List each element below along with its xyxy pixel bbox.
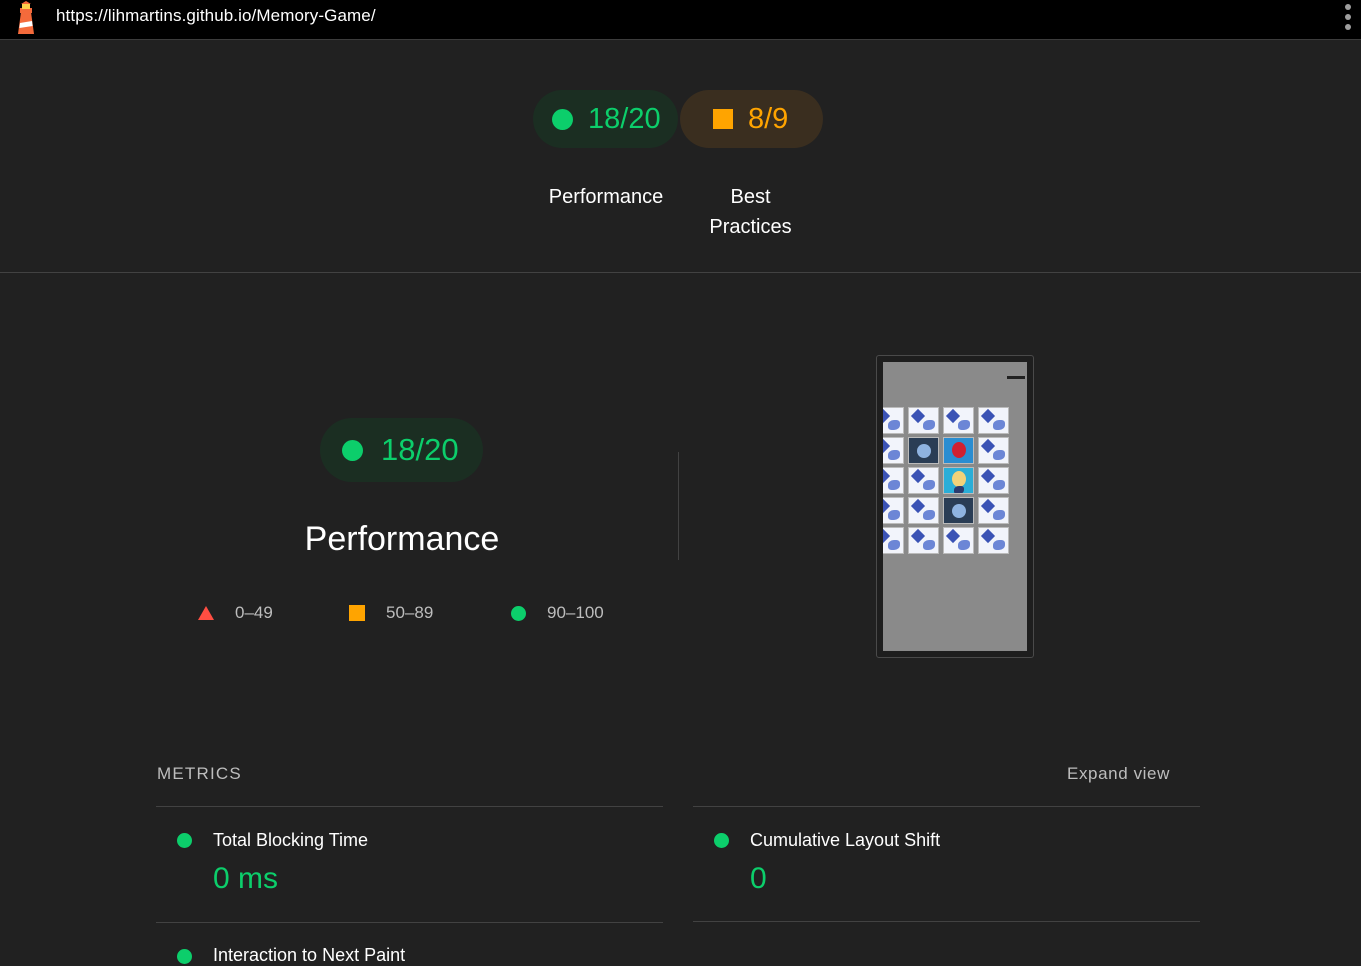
metric-divider — [693, 921, 1200, 922]
legend-average: 50–89 — [349, 603, 433, 623]
performance-score: 18/20 — [588, 102, 661, 135]
screenshot-header-text — [1007, 376, 1025, 379]
legend-fail: 0–49 — [198, 603, 273, 623]
memory-card-thumbnail — [908, 467, 939, 494]
best-practices-score: 8/9 — [748, 102, 789, 135]
pass-circle-icon — [177, 949, 192, 964]
memory-card-thumbnail — [908, 497, 939, 524]
page-url: https://lihmartins.github.io/Memory-Game… — [56, 6, 376, 25]
memory-card-thumbnail — [908, 437, 939, 464]
more-options-icon[interactable] — [1343, 4, 1353, 30]
best-practices-gauge-pill[interactable]: 8/9 — [680, 90, 823, 148]
legend-pass-range: 90–100 — [547, 603, 604, 622]
final-screenshot[interactable] — [876, 355, 1034, 658]
memory-card-thumbnail — [943, 527, 974, 554]
average-square-icon — [713, 109, 733, 129]
main-score: 18/20 — [381, 432, 459, 467]
memory-card-thumbnail — [908, 407, 939, 434]
memory-card-thumbnail — [978, 437, 1009, 464]
best-practices-label[interactable]: Best Practices — [700, 182, 801, 242]
pass-circle-icon — [552, 108, 573, 130]
memory-card-thumbnail — [883, 467, 904, 494]
metrics-header: METRICS — [157, 764, 242, 783]
metric-name-tbt: Total Blocking Time — [213, 830, 369, 850]
memory-card-thumbnail — [943, 467, 974, 494]
memory-card-thumbnail — [978, 467, 1009, 494]
lighthouse-logo-icon — [18, 1, 34, 34]
legend-fail-range: 0–49 — [235, 603, 273, 622]
expand-view-button[interactable]: Expand view — [1067, 764, 1170, 784]
fail-triangle-icon — [198, 606, 214, 620]
top-bar: https://lihmartins.github.io/Memory-Game… — [0, 0, 1361, 40]
category-title: Performance — [304, 520, 500, 558]
memory-card-thumbnail — [883, 437, 904, 464]
memory-card-thumbnail — [943, 497, 974, 524]
legend-pass: 90–100 — [511, 603, 604, 623]
metric-name-cls: Cumulative Layout Shift — [750, 830, 941, 850]
memory-card-thumbnail — [883, 407, 904, 434]
metric-divider — [156, 922, 663, 923]
vertical-divider — [678, 452, 679, 560]
legend-average-range: 50–89 — [386, 603, 434, 622]
pass-circle-icon — [342, 439, 363, 461]
pass-circle-icon — [511, 605, 526, 621]
metric-divider — [693, 806, 1200, 807]
pass-circle-icon — [714, 833, 729, 848]
memory-card-thumbnail — [978, 497, 1009, 524]
memory-card-thumbnail — [943, 407, 974, 434]
performance-gauge-pill[interactable]: 18/20 — [533, 90, 678, 148]
pass-circle-icon — [177, 833, 192, 848]
metric-divider — [156, 806, 663, 807]
performance-label[interactable]: Performance — [536, 182, 676, 212]
memory-card-thumbnail — [883, 497, 904, 524]
main-performance-gauge: 18/20 — [320, 418, 483, 482]
average-square-icon — [349, 605, 365, 621]
memory-card-thumbnail — [978, 527, 1009, 554]
section-divider — [0, 272, 1361, 273]
memory-card-thumbnail — [978, 407, 1009, 434]
memory-card-thumbnail — [908, 527, 939, 554]
memory-card-thumbnail — [943, 437, 974, 464]
metric-value-tbt: 0 ms — [213, 862, 279, 895]
screenshot-image — [883, 362, 1027, 651]
memory-card-thumbnail — [883, 527, 904, 554]
metric-value-cls: 0 — [750, 862, 767, 895]
metric-name-inp: Interaction to Next Paint — [213, 945, 406, 965]
